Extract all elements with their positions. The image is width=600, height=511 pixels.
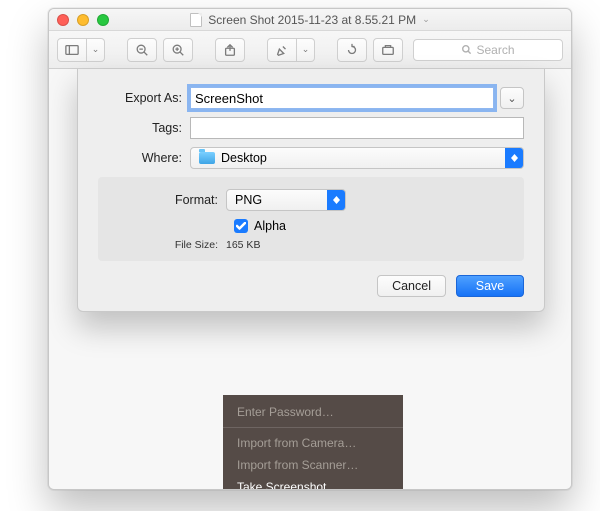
edit-toolbar-button[interactable] (373, 38, 403, 62)
search-placeholder: Search (476, 43, 514, 57)
app-window: Screen Shot 2015-11-23 at 8.55.21 PM ⌄ ⌄ (48, 8, 572, 490)
popup-arrows-icon (505, 148, 523, 168)
cancel-button[interactable]: Cancel (377, 275, 446, 297)
title-dropdown-caret[interactable]: ⌄ (422, 14, 430, 25)
zoom-window-button[interactable] (97, 14, 109, 26)
search-field[interactable]: Search (413, 39, 563, 61)
alpha-checkbox[interactable] (234, 219, 248, 233)
markup-dropdown-button[interactable]: ⌄ (297, 38, 315, 62)
rotate-button[interactable] (337, 38, 367, 62)
folder-icon (199, 152, 215, 164)
format-popup[interactable]: PNG (226, 189, 346, 211)
sidebar-toggle-button[interactable] (57, 38, 87, 62)
zoom-out-button[interactable] (127, 38, 157, 62)
document-icon (190, 13, 202, 27)
export-as-field[interactable] (190, 87, 494, 109)
menu-item[interactable]: Import from Scanner… (223, 454, 403, 476)
file-size-value: 165 KB (226, 239, 260, 251)
markup-button[interactable] (267, 38, 297, 62)
where-label: Where: (98, 151, 190, 165)
window-title: Screen Shot 2015-11-23 at 8.55.21 PM (208, 13, 416, 27)
format-panel: Format: PNG Alpha File Size: 165 KB (98, 177, 524, 261)
file-size-label: File Size: (114, 239, 226, 251)
export-sheet: Export As: ⌄ Tags: Where: Desktop (77, 69, 545, 312)
search-icon (461, 44, 472, 55)
chevron-down-icon: ⌄ (507, 92, 516, 105)
save-button[interactable]: Save (456, 275, 524, 297)
menu-item[interactable]: Enter Password… (223, 401, 403, 423)
menu-item[interactable]: Take Screenshot (223, 476, 403, 490)
share-button[interactable] (215, 38, 245, 62)
sidebar-dropdown-button[interactable]: ⌄ (87, 38, 105, 62)
toolbar: ⌄ ⌄ Searc (49, 31, 571, 69)
expand-save-dialog-button[interactable]: ⌄ (500, 87, 524, 109)
background-context-menu: Enter Password… Import from Camera… Impo… (223, 395, 403, 490)
menu-item[interactable]: Import from Camera… (223, 432, 403, 454)
tags-field[interactable] (190, 117, 524, 139)
popup-arrows-icon (327, 190, 345, 210)
tags-label: Tags: (98, 121, 190, 135)
window-controls (57, 14, 109, 26)
where-value: Desktop (221, 151, 267, 165)
format-label: Format: (114, 193, 226, 207)
checkmark-icon (236, 222, 246, 230)
alpha-label: Alpha (254, 219, 286, 233)
titlebar: Screen Shot 2015-11-23 at 8.55.21 PM ⌄ (49, 9, 571, 31)
minimize-window-button[interactable] (77, 14, 89, 26)
export-as-label: Export As: (98, 91, 190, 105)
close-window-button[interactable] (57, 14, 69, 26)
zoom-in-button[interactable] (163, 38, 193, 62)
where-popup[interactable]: Desktop (190, 147, 524, 169)
format-value: PNG (235, 193, 262, 207)
